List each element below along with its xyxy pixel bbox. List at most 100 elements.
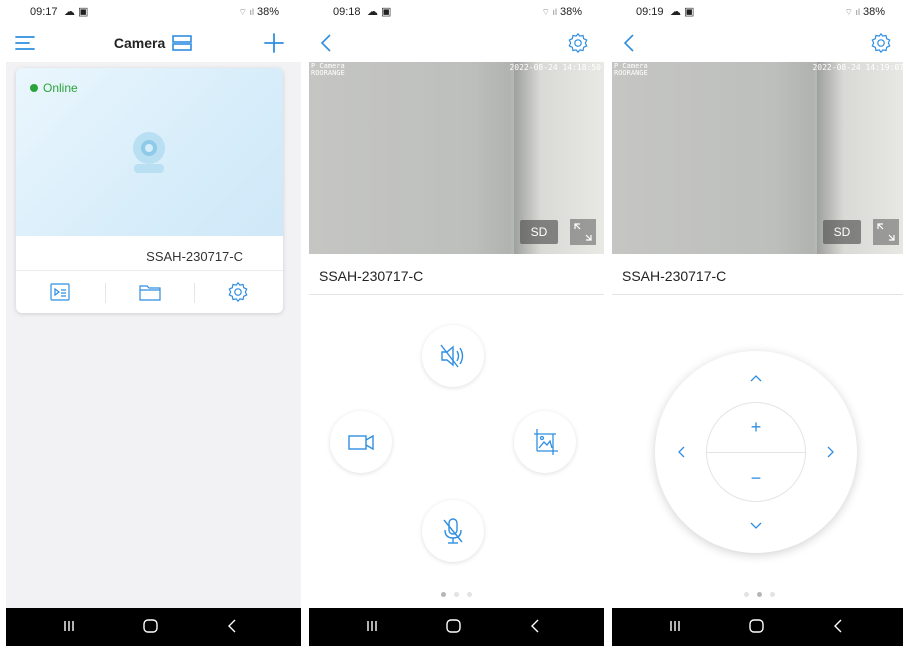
live-video[interactable]: P Camera ROORANGE 2022-08-24 14:18:50 SD xyxy=(309,62,604,254)
folder-icon xyxy=(139,285,161,301)
fullscreen-button[interactable] xyxy=(570,219,596,245)
status-bar: 09:19 ☁ ▣ ⌔ ıl 38% xyxy=(612,0,903,24)
divider xyxy=(309,294,604,295)
camera-card[interactable]: Online SSAH-230717-C xyxy=(16,68,283,313)
chevron-down-icon xyxy=(750,522,762,529)
camera-placeholder-icon xyxy=(133,132,165,173)
talk-button[interactable] xyxy=(422,500,484,562)
fullscreen-button[interactable] xyxy=(873,219,899,245)
back-chevron-icon xyxy=(623,34,634,52)
gear-icon xyxy=(568,32,588,54)
ptz-joystick[interactable]: + − xyxy=(655,351,857,553)
online-status: Online xyxy=(30,81,78,95)
notification-icons: ☁ ▣ xyxy=(367,6,392,18)
signal-icon: ⌔ ıl xyxy=(238,7,254,17)
files-button[interactable] xyxy=(105,271,194,313)
status-time: 09:18 xyxy=(333,6,361,18)
page-title: Camera xyxy=(6,35,301,51)
zoom-out-button[interactable]: − xyxy=(743,465,769,491)
playback-icon xyxy=(50,283,70,301)
notification-icons: ☁ ▣ xyxy=(64,6,89,18)
add-camera-button[interactable] xyxy=(263,32,285,54)
chevron-right-icon xyxy=(827,446,834,458)
back-nav-icon[interactable] xyxy=(832,617,844,635)
top-bar xyxy=(612,24,903,62)
video-timestamp: 2022-08-24 14:19:07 xyxy=(812,63,903,72)
camera-list-screen: 09:17 ☁ ▣ ⌔ ıl 38% Camera Online SSAH-230… xyxy=(6,0,301,646)
card-actions xyxy=(16,270,283,313)
status-right: ⌔ ıl 38% xyxy=(845,6,886,18)
page-dot[interactable] xyxy=(454,592,459,597)
zoom-control: + − xyxy=(706,402,806,502)
live-video[interactable]: P Camera ROORANGE 2022-08-24 14:19:07 SD xyxy=(612,62,903,254)
battery-level: 38% xyxy=(862,6,885,18)
back-nav-icon[interactable] xyxy=(226,617,238,635)
snapshot-button[interactable] xyxy=(514,411,576,473)
chevron-up-icon xyxy=(750,375,762,382)
gear-icon xyxy=(228,281,248,303)
playback-button[interactable] xyxy=(16,271,105,313)
back-button[interactable] xyxy=(622,32,636,54)
home-icon[interactable] xyxy=(748,617,766,635)
home-icon[interactable] xyxy=(142,617,160,635)
online-dot xyxy=(30,84,38,92)
page-indicator xyxy=(612,592,903,597)
gear-icon xyxy=(871,32,891,54)
pan-left-button[interactable] xyxy=(669,439,695,465)
camera-name: SSAH-230717-C xyxy=(146,249,243,264)
snapshot-icon xyxy=(534,429,558,455)
system-nav-bar xyxy=(309,608,604,646)
pan-right-button[interactable] xyxy=(817,439,843,465)
zoom-in-button[interactable]: + xyxy=(743,414,769,440)
page-dot[interactable] xyxy=(744,592,749,597)
quality-button[interactable]: SD xyxy=(823,220,861,244)
quality-button[interactable]: SD xyxy=(520,220,558,244)
record-button[interactable] xyxy=(330,411,392,473)
divider xyxy=(612,294,903,295)
page-dot[interactable] xyxy=(467,592,472,597)
camera-name: SSAH-230717-C xyxy=(319,268,424,284)
settings-button[interactable] xyxy=(870,32,892,54)
expand-icon xyxy=(574,223,592,241)
camera-preview[interactable]: Online xyxy=(16,68,283,236)
live-view-screen: 09:18 ☁ ▣ ⌔ ıl 38% P Camera ROORANGE 2022-… xyxy=(309,0,604,646)
video-record-icon xyxy=(348,434,374,451)
page-dot[interactable] xyxy=(770,592,775,597)
camera-name: SSAH-230717-C xyxy=(622,268,727,284)
zoom-divider xyxy=(707,452,805,453)
recent-apps-icon[interactable] xyxy=(62,617,76,635)
ptz-control-screen: 09:19 ☁ ▣ ⌔ ıl 38% P Camera ROORANGE 2022-… xyxy=(612,0,903,646)
signal-icon: ⌔ ıl xyxy=(541,7,557,17)
status-time: 09:19 xyxy=(636,6,664,18)
notification-icons: ☁ ▣ xyxy=(670,6,695,18)
status-bar: 09:18 ☁ ▣ ⌔ ıl 38% xyxy=(309,0,604,24)
top-bar: Camera xyxy=(6,24,301,62)
battery-level: 38% xyxy=(559,6,582,18)
back-chevron-icon xyxy=(320,34,331,52)
status-time: 09:17 xyxy=(30,6,58,18)
page-dot[interactable] xyxy=(757,592,762,597)
expand-icon xyxy=(877,223,895,241)
system-nav-bar xyxy=(612,608,903,646)
video-timestamp: 2022-08-24 14:18:50 xyxy=(509,63,601,72)
settings-button[interactable] xyxy=(194,271,283,313)
recent-apps-icon[interactable] xyxy=(365,617,379,635)
page-dot[interactable] xyxy=(441,592,446,597)
pan-down-button[interactable] xyxy=(743,513,769,539)
plus-icon xyxy=(264,33,284,53)
video-osd-label: P Camera ROORANGE xyxy=(614,62,648,77)
pan-up-button[interactable] xyxy=(743,365,769,391)
settings-button[interactable] xyxy=(567,32,589,54)
home-icon[interactable] xyxy=(445,617,463,635)
battery-level: 38% xyxy=(256,6,279,18)
mute-button[interactable] xyxy=(422,325,484,387)
chevron-left-icon xyxy=(678,446,685,458)
back-nav-icon[interactable] xyxy=(529,617,541,635)
back-button[interactable] xyxy=(319,32,333,54)
speaker-muted-icon xyxy=(440,344,464,368)
signal-icon: ⌔ ıl xyxy=(844,7,860,17)
recent-apps-icon[interactable] xyxy=(668,617,682,635)
microphone-icon xyxy=(443,518,463,544)
grid-view-icon[interactable] xyxy=(171,35,193,51)
status-right: ⌔ ıl 38% xyxy=(542,6,583,18)
